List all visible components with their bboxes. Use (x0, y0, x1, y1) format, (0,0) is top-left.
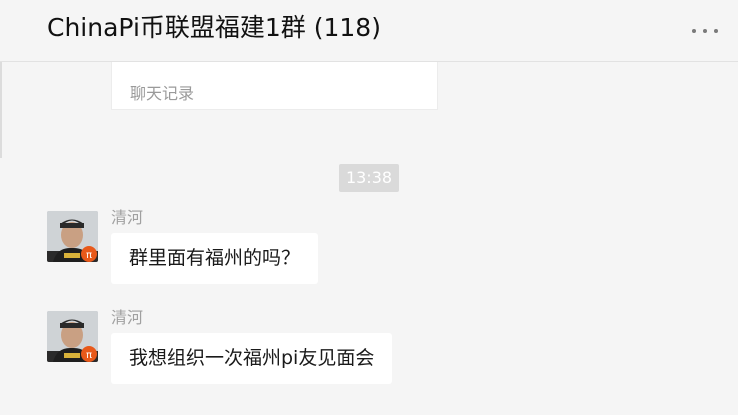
message-bubble[interactable]: 我想组织一次福州pi友见面会 (111, 333, 393, 384)
avatar[interactable]: π (47, 211, 98, 262)
window-edge (0, 62, 2, 158)
avatar-pi-badge-icon: π (47, 311, 98, 362)
chat-history-card[interactable]: 聊天记录 (111, 62, 438, 110)
dot (692, 29, 696, 33)
message-bubble[interactable]: 群里面有福州的吗？ (111, 233, 319, 284)
chat-history-label: 聊天记录 (130, 84, 195, 103)
dot (714, 29, 718, 33)
avatar[interactable]: π (47, 311, 98, 362)
sender-name: 清河 (111, 308, 144, 327)
more-dots-icon[interactable] (692, 24, 718, 38)
dot (703, 29, 707, 33)
chat-title: ChinaPi币联盟福建1群 (118) (47, 13, 381, 42)
svg-text:π: π (86, 250, 92, 261)
sender-name: 清河 (111, 208, 144, 227)
chat-header: ChinaPi币联盟福建1群 (118) (0, 0, 738, 62)
avatar-pi-badge-icon: π (47, 211, 98, 262)
svg-text:π: π (86, 350, 92, 361)
timestamp-badge: 13:38 (339, 164, 399, 192)
